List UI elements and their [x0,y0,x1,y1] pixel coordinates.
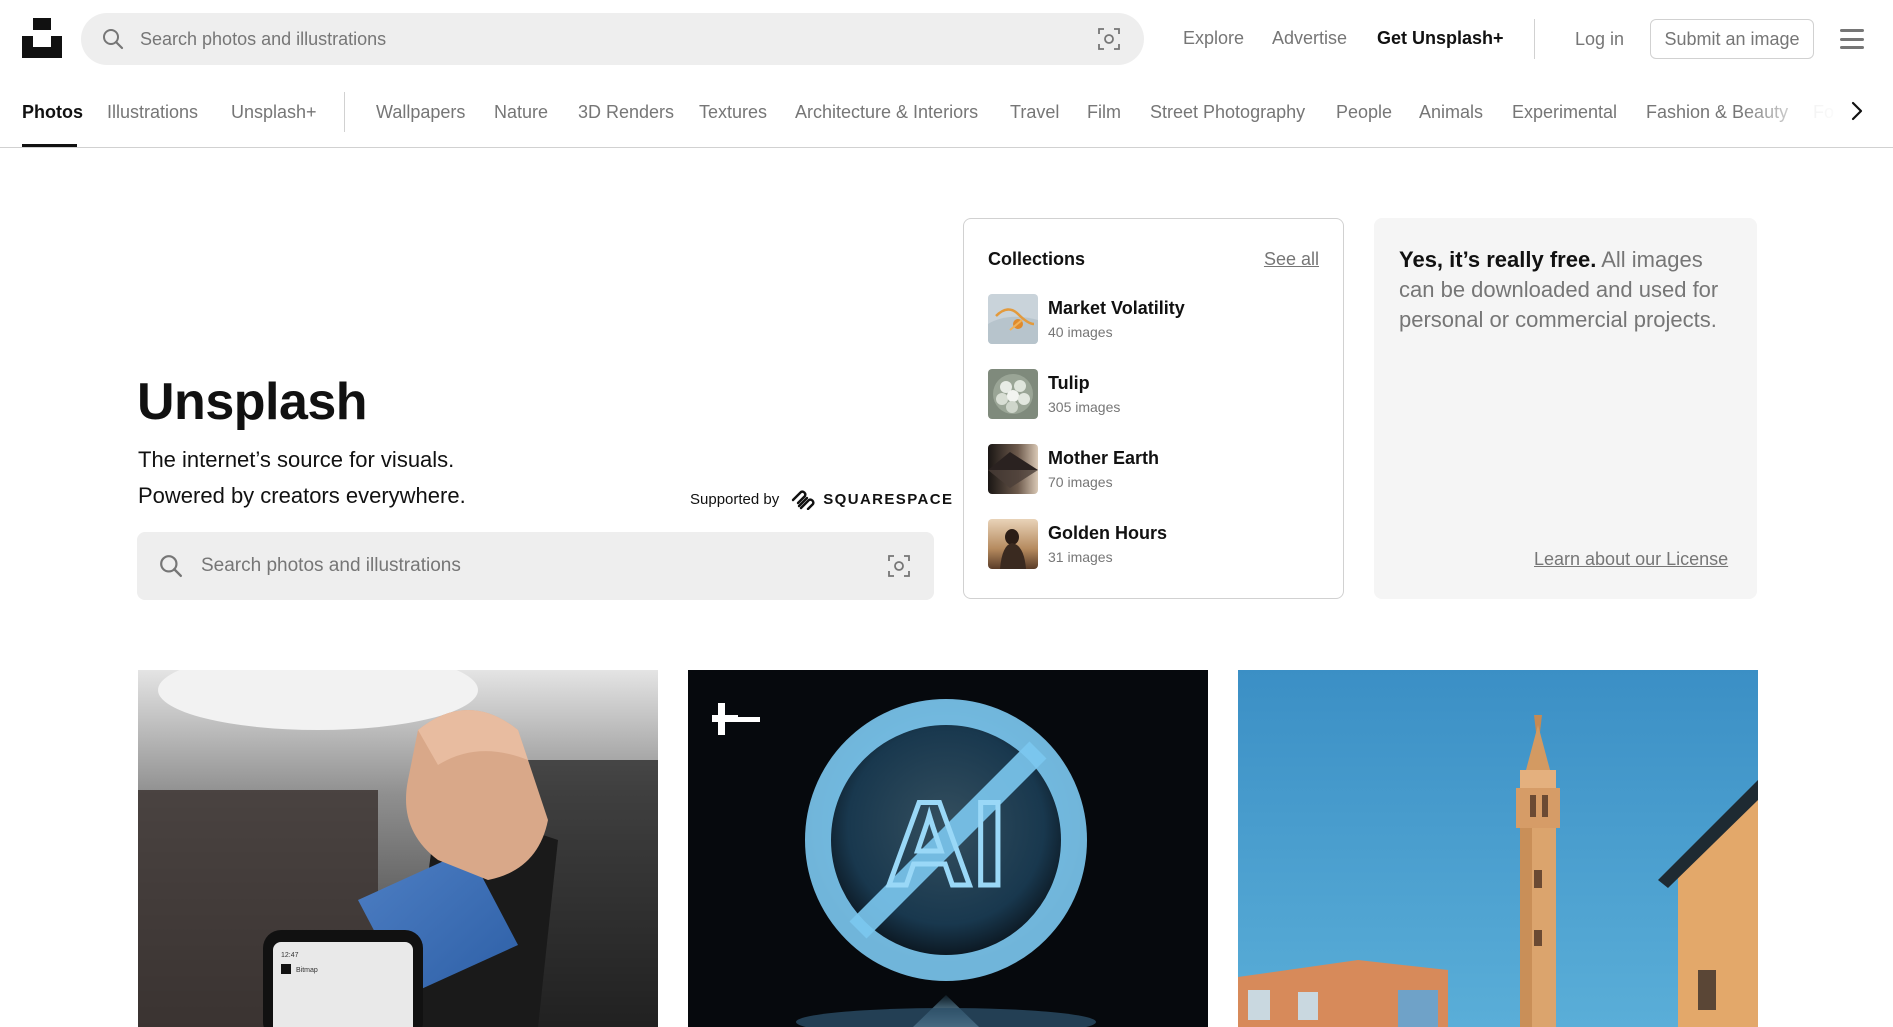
topic-wallpapers[interactable]: Wallpapers [376,102,465,123]
topic-architecture-interiors[interactable]: Architecture & Interiors [795,102,978,123]
hero-tagline: The internet’s source for visuals. [138,447,455,472]
topic-nature[interactable]: Nature [494,102,548,123]
tab-unsplash-plus[interactable]: Unsplash+ [231,102,317,123]
visual-search-icon[interactable] [1094,24,1124,54]
top-search-input[interactable] [140,19,1094,59]
search-icon[interactable] [157,552,185,580]
nav-divider [1534,19,1535,59]
topic-travel[interactable]: Travel [1010,102,1059,123]
license-headline: Yes, it’s really free. [1399,247,1597,272]
submit-image-button[interactable]: Submit an image [1650,19,1814,59]
unsplash-logo-icon[interactable] [22,18,62,58]
hero-search-bar [137,532,934,600]
login-link[interactable]: Log in [1575,29,1624,50]
photo-bell-tower [1238,670,1758,1027]
license-text: Yes, it’s really free. All images can be… [1399,245,1719,335]
nav-advertise-link[interactable]: Advertise [1272,28,1347,49]
license-card: Yes, it’s really free. All images can be… [1374,218,1757,599]
collection-item[interactable]: Golden Hours 31 images [988,519,1318,571]
photo-card[interactable]: AI [688,670,1208,1027]
collection-thumbnail [988,444,1038,494]
category-bar: Photos Illustrations Unsplash+ Wallpaper… [0,77,1893,148]
collection-name: Market Volatility [1048,298,1185,318]
category-divider [344,92,345,132]
tab-illustrations[interactable]: Illustrations [107,102,198,123]
photo-no-ai-hologram: AI [688,670,1208,1027]
topic-people[interactable]: People [1336,102,1392,123]
search-icon[interactable] [100,26,126,52]
collection-thumbnail [988,519,1038,569]
collections-title: Collections [988,249,1086,269]
tab-photos[interactable]: Photos [22,102,83,123]
see-all-link[interactable]: See all [1264,249,1319,270]
collection-count: 305 images [1048,399,1121,415]
photo-card[interactable]: 12:47 Bitmap [138,670,658,1027]
sponsor-name: SQUARESPACE [823,490,954,508]
squarespace-logo-icon [789,488,817,511]
topic-textures[interactable]: Textures [699,102,767,123]
nav-get-plus-link[interactable]: Get Unsplash+ [1377,28,1504,49]
topic-experimental[interactable]: Experimental [1512,102,1617,123]
supported-by-label: Supported by [690,490,780,508]
ai-glyph-text: AI [886,777,1006,911]
nav-explore-link[interactable]: Explore [1183,28,1244,49]
header: Explore Advertise Get Unsplash+ Log in S… [0,0,1893,77]
topic-animals[interactable]: Animals [1419,102,1483,123]
collection-count: 40 images [1048,324,1113,340]
collection-name: Mother Earth [1048,448,1160,468]
active-tab-indicator [22,144,77,147]
collection-item[interactable]: Market Volatility 40 images [988,294,1318,346]
hero-subtagline: Powered by creators everywhere. [138,483,466,508]
topic-3d-renders[interactable]: 3D Renders [578,102,674,123]
topic-street-photography[interactable]: Street Photography [1150,102,1305,123]
sponsor-credit[interactable]: Supported by SQUARESPACE [690,488,954,511]
hero-search-input[interactable] [201,546,884,586]
collection-name: Tulip [1048,373,1090,393]
top-search-bar [81,13,1144,65]
collection-count: 31 images [1048,549,1113,565]
chevron-right-icon[interactable] [1843,97,1871,125]
phone-status-text: 12:47 [281,952,299,959]
license-link[interactable]: Learn about our License [1534,549,1728,570]
visual-search-icon[interactable] [884,551,914,581]
menu-icon[interactable] [1838,26,1866,52]
topic-film[interactable]: Film [1087,102,1121,123]
collection-item[interactable]: Mother Earth 70 images [988,444,1318,496]
photo-card[interactable] [1238,670,1758,1027]
photo-payment-card: 12:47 Bitmap [138,670,658,1027]
collections-card: Collections See all Market Volatility 40… [963,218,1344,599]
collection-item[interactable]: Tulip 305 images [988,369,1318,421]
phone-app-text: Bitmap [296,967,318,974]
collection-count: 70 images [1048,474,1113,490]
collection-thumbnail [988,294,1038,344]
collection-name: Golden Hours [1048,523,1168,543]
collection-thumbnail [988,369,1038,419]
hero-title: Unsplash [137,373,368,431]
